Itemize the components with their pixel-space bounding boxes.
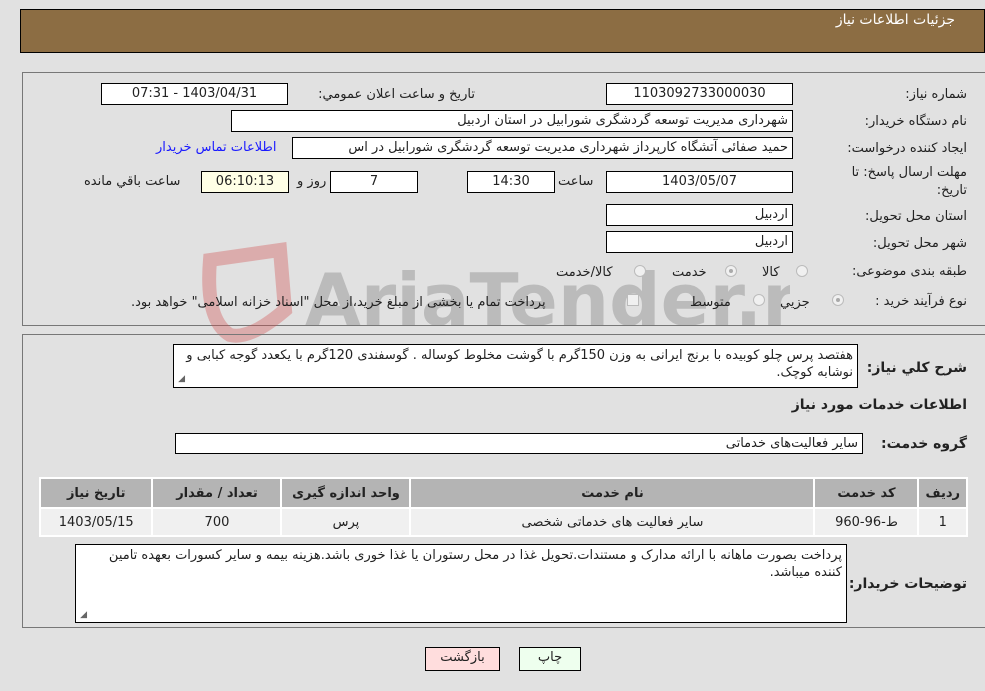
buyer-notes-label: توضيحات خريدار: <box>848 576 967 592</box>
col-need-date: تاريخ نياز <box>41 479 152 507</box>
treasury-checkbox[interactable] <box>627 294 639 306</box>
resize-handle-icon[interactable]: ◢ <box>175 374 185 384</box>
table-row: 1 ط-96-960 سایر فعالیت های خدماتی شخصی پ… <box>41 509 966 535</box>
buyer-notes-textarea[interactable]: پرداخت بصورت ماهانه با ارائه مدارک و مست… <box>75 544 847 623</box>
purchase-type-option-minor: جزيي <box>780 295 810 310</box>
services-section-title: اطلاعات خدمات مورد نياز <box>791 397 967 413</box>
cell-unit: پرس <box>282 509 410 535</box>
time-remaining-field: 06:10:13 <box>201 171 289 193</box>
category-label: طبقه بندی موضوعی: <box>851 264 967 279</box>
cell-quantity: 700 <box>153 509 281 535</box>
deadline-date-field: 1403/05/07 <box>606 171 793 193</box>
services-table: رديف کد خدمت نام خدمت واحد اندازه گيری ت… <box>39 477 968 537</box>
requester-field: حمید صفائی آتشگاه کارپرداز شهرداری مدیری… <box>292 137 793 159</box>
deadline-time-field: 14:30 <box>467 171 555 193</box>
category-radio-goods-service[interactable] <box>634 265 646 277</box>
cell-row-number: 1 <box>919 509 966 535</box>
days-label: روز و <box>297 174 327 189</box>
deadline-label-line2: تاریخ: <box>936 183 967 198</box>
purchase-type-option-medium: متوسط <box>690 295 731 310</box>
days-remaining-field: 7 <box>330 171 418 193</box>
requester-label: ایجاد کننده درخواست: <box>847 141 967 156</box>
category-option-goods-service: کالا/خدمت <box>556 265 613 280</box>
service-group-field: سایر فعالیت‌های خدماتی <box>175 433 863 454</box>
cell-service-code: ط-96-960 <box>815 509 918 535</box>
resize-handle-icon[interactable]: ◢ <box>77 610 87 620</box>
announce-datetime-field: 1403/04/31 - 07:31 <box>101 83 288 105</box>
print-button[interactable]: چاپ <box>519 647 581 671</box>
category-option-goods: کالا <box>762 265 780 280</box>
purchase-type-radio-medium[interactable] <box>753 294 765 306</box>
announce-datetime-label: تاریخ و ساعت اعلان عمومي: <box>318 87 475 102</box>
cell-need-date: 1403/05/15 <box>41 509 152 535</box>
purchase-type-label: نوع فرآیند خرید : <box>875 294 967 309</box>
need-number-label: شماره نیاز: <box>905 87 967 102</box>
col-quantity: تعداد / مقدار <box>153 479 281 507</box>
deadline-time-label: ساعت <box>558 174 594 189</box>
col-service-code: کد خدمت <box>815 479 918 507</box>
buyer-org-field: شهرداری مدیریت توسعه گردشگری شورابیل در … <box>231 110 793 132</box>
service-group-label: گروه خدمت: <box>881 436 967 452</box>
col-service-name: نام خدمت <box>411 479 814 507</box>
description-label: شرح کلي نياز: <box>866 360 967 376</box>
col-row-number: رديف <box>919 479 966 507</box>
buyer-org-label: نام دستگاه خريدار: <box>864 114 967 129</box>
buyer-contact-link[interactable]: اطلاعات تماس خریدار <box>156 140 276 155</box>
delivery-city-label: شهر محل تحویل: <box>872 236 967 251</box>
delivery-city-field: اردبیل <box>606 231 793 253</box>
table-header-row: رديف کد خدمت نام خدمت واحد اندازه گيری ت… <box>41 479 966 507</box>
cell-service-name: سایر فعالیت های خدماتی شخصی <box>411 509 814 535</box>
category-option-service: خدمت <box>672 265 707 280</box>
back-button[interactable]: بازگشت <box>425 647 500 671</box>
delivery-province-field: اردبیل <box>606 204 793 226</box>
description-textarea[interactable]: هفتصد پرس چلو کوبیده با برنج ایرانی به و… <box>173 344 858 388</box>
description-text: هفتصد پرس چلو کوبیده با برنج ایرانی به و… <box>186 348 853 380</box>
category-radio-goods[interactable] <box>796 265 808 277</box>
treasury-note: پرداخت تمام یا بخشی از مبلغ خرید،از محل … <box>131 295 546 310</box>
delivery-province-label: استان محل تحویل: <box>865 209 967 224</box>
purchase-type-radio-minor[interactable] <box>832 294 844 306</box>
category-radio-service[interactable] <box>725 265 737 277</box>
page-title: جزئیات اطلاعات نیاز <box>835 12 955 28</box>
time-remaining-label: ساعت باقي مانده <box>84 174 181 189</box>
need-number-field: 1103092733000030 <box>606 83 793 105</box>
col-unit: واحد اندازه گيری <box>282 479 410 507</box>
deadline-label-line1: مهلت ارسال پاسخ: تا <box>851 165 967 180</box>
buyer-notes-text: پرداخت بصورت ماهانه با ارائه مدارک و مست… <box>108 548 842 580</box>
